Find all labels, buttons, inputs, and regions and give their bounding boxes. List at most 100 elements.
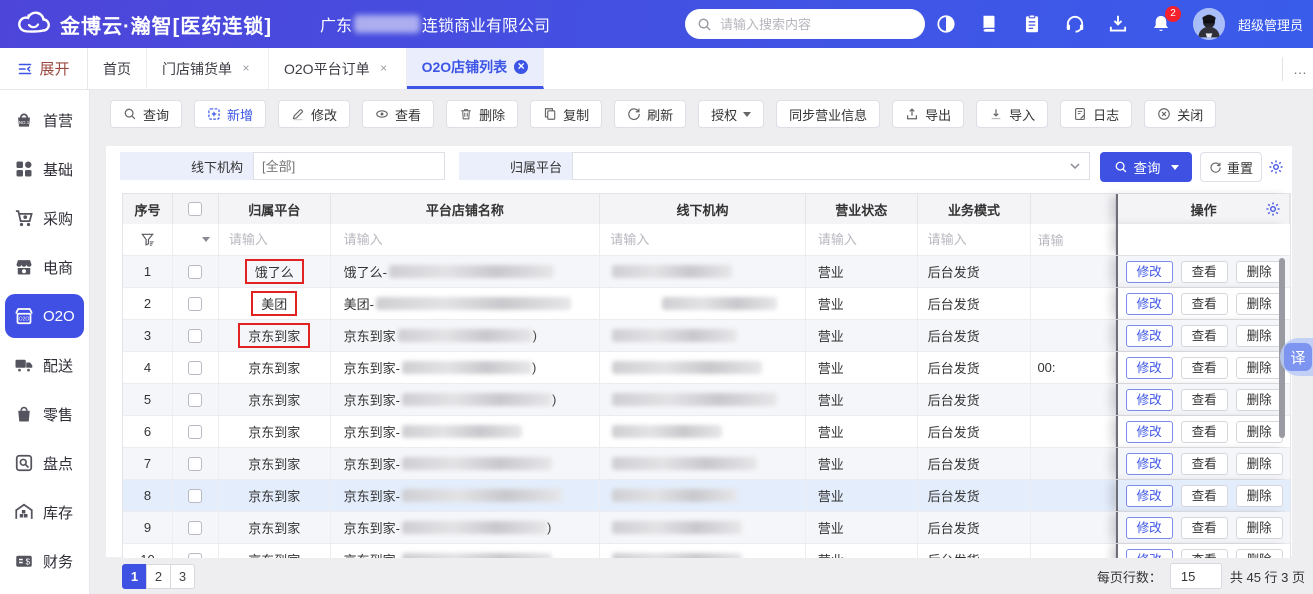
import-button[interactable]: 导入 (976, 100, 1048, 128)
tab-close-icon[interactable]: × (514, 60, 528, 74)
row-filter-funnel-cell[interactable] (123, 224, 173, 255)
row-delete-button[interactable]: 删除 (1236, 421, 1283, 443)
authorize-dropdown-button[interactable]: 授权 (698, 100, 764, 128)
row-edit-button[interactable]: 修改 (1126, 485, 1173, 507)
row-checkbox[interactable] (188, 425, 202, 439)
row-delete-button[interactable]: 删除 (1236, 517, 1283, 539)
user-avatar[interactable] (1193, 8, 1225, 40)
sidebar-item-kucun[interactable]: 库存 (5, 490, 84, 534)
row-delete-button[interactable]: 删除 (1236, 293, 1283, 315)
row-checkbox-cell[interactable] (173, 480, 219, 511)
row-checkbox[interactable] (188, 329, 202, 343)
platform-filter-cell[interactable] (219, 224, 331, 255)
add-button[interactable]: 新增 (194, 100, 266, 128)
row-view-button[interactable]: 查看 (1181, 421, 1228, 443)
shop-name-filter-input[interactable] (344, 232, 587, 247)
page-button[interactable]: 3 (170, 564, 195, 589)
sidebar-item-pandian[interactable]: 盘点 (5, 441, 84, 485)
page-tab[interactable]: O2O平台订单 × (269, 48, 407, 89)
page-tab[interactable]: O2O店铺列表 × (407, 48, 545, 89)
row-delete-button[interactable]: 删除 (1236, 389, 1283, 411)
filter-query-button[interactable]: 查询 (1100, 152, 1192, 182)
sidebar-item-lingshou[interactable]: 零售 (5, 392, 84, 436)
row-edit-button[interactable]: 修改 (1126, 453, 1173, 475)
log-button[interactable]: 日志 (1060, 100, 1132, 128)
export-button[interactable]: 导出 (892, 100, 964, 128)
offline-org-filter-input[interactable] (610, 232, 795, 247)
sidebar-item-caiwu[interactable]: $ 财务 (5, 539, 84, 583)
row-checkbox[interactable] (188, 521, 202, 535)
page-button[interactable]: 2 (146, 564, 171, 589)
table-row[interactable]: 10 京东到家 京东到家- 营业 后台发货 (123, 544, 1290, 558)
row-delete-button[interactable]: 删除 (1236, 325, 1283, 347)
sidebar-expand-toggle[interactable]: 展开 (0, 48, 88, 89)
row-view-button[interactable]: 查看 (1181, 325, 1228, 347)
row-view-button[interactable]: 查看 (1181, 261, 1228, 283)
row-edit-button[interactable]: 修改 (1126, 293, 1173, 315)
tabs-overflow-menu[interactable]: … (1282, 57, 1307, 81)
table-row[interactable]: 3 京东到家 京东到家 ) 营业 后台发货 (123, 320, 1290, 352)
tab-close-icon[interactable]: × (377, 62, 391, 76)
page-button[interactable]: 1 (122, 564, 147, 589)
row-checkbox-cell[interactable] (173, 512, 219, 543)
row-view-button[interactable]: 查看 (1181, 389, 1228, 411)
translate-float-button[interactable]: 译 (1280, 338, 1313, 376)
row-edit-button[interactable]: 修改 (1126, 261, 1173, 283)
row-checkbox-cell[interactable] (173, 288, 219, 319)
select-all-checkbox-cell[interactable] (173, 194, 219, 224)
row-delete-button[interactable]: 删除 (1236, 549, 1283, 559)
clipboard-icon[interactable] (1021, 13, 1043, 35)
row-edit-button[interactable]: 修改 (1126, 357, 1173, 379)
row-delete-button[interactable]: 删除 (1236, 453, 1283, 475)
view-button[interactable]: 查看 (362, 100, 434, 128)
row-edit-button[interactable]: 修改 (1126, 549, 1173, 559)
row-checkbox[interactable] (188, 361, 202, 375)
row-edit-button[interactable]: 修改 (1126, 325, 1173, 347)
offline-org-field[interactable] (262, 159, 438, 174)
query-button[interactable]: 查询 (110, 100, 182, 128)
theme-contrast-icon[interactable] (935, 13, 957, 35)
filter-settings-gear-icon[interactable] (1268, 159, 1284, 175)
sidebar-item-peisong[interactable]: 配送 (5, 343, 84, 387)
status-filter-input[interactable] (818, 232, 912, 247)
row-view-button[interactable]: 查看 (1181, 293, 1228, 315)
status-filter-cell[interactable] (806, 224, 918, 255)
row-checkbox[interactable] (188, 297, 202, 311)
row-checkbox[interactable] (188, 489, 202, 503)
sync-business-info-button[interactable]: 同步营业信息 (776, 100, 880, 128)
sidebar-item-caigou[interactable]: 采购 (5, 196, 84, 240)
row-checkbox[interactable] (188, 457, 202, 471)
edit-button[interactable]: 修改 (278, 100, 350, 128)
row-edit-button[interactable]: 修改 (1126, 389, 1173, 411)
row-checkbox-cell[interactable] (173, 256, 219, 287)
customer-service-icon[interactable] (1064, 13, 1086, 35)
sidebar-item-jichu[interactable]: 基础 (5, 147, 84, 191)
table-row[interactable]: 5 京东到家 京东到家- ) 营业 后台发货 (123, 384, 1290, 416)
row-view-button[interactable]: 查看 (1181, 357, 1228, 379)
row-view-button[interactable]: 查看 (1181, 549, 1228, 559)
shop-name-filter-cell[interactable] (331, 224, 601, 255)
column-settings-gear-icon[interactable] (1265, 201, 1281, 217)
row-view-button[interactable]: 查看 (1181, 485, 1228, 507)
mode-filter-cell[interactable] (918, 224, 1032, 255)
table-row[interactable]: 1 饿了么 饿了么- 营业 后台发货 (123, 256, 1290, 288)
row-checkbox-cell[interactable] (173, 320, 219, 351)
select-all-checkbox[interactable] (188, 202, 202, 216)
table-row[interactable]: 2 美团 美团- 营业 后台发货 (123, 288, 1290, 320)
row-checkbox[interactable] (188, 265, 202, 279)
notification-bell-icon[interactable]: 2 (1150, 13, 1172, 35)
row-checkbox[interactable] (188, 553, 202, 559)
row-delete-button[interactable]: 删除 (1236, 485, 1283, 507)
global-search-input[interactable] (720, 17, 900, 32)
table-row[interactable]: 7 京东到家 京东到家- 营业 后台发货 (123, 448, 1290, 480)
table-row[interactable]: 9 京东到家 京东到家- ) 营业 后台发货 (123, 512, 1290, 544)
filter-dropdown-cell[interactable] (173, 224, 219, 255)
row-checkbox-cell[interactable] (173, 448, 219, 479)
sidebar-item-shouying[interactable]: NO.1 首营 (5, 98, 84, 142)
table-row[interactable]: 6 京东到家 京东到家- 营业 后台发货 (123, 416, 1290, 448)
row-checkbox-cell[interactable] (173, 544, 219, 558)
row-edit-button[interactable]: 修改 (1126, 517, 1173, 539)
offline-org-filter-cell[interactable] (600, 224, 806, 255)
tab-close-icon[interactable]: × (239, 62, 253, 76)
refresh-button[interactable]: 刷新 (614, 100, 686, 128)
